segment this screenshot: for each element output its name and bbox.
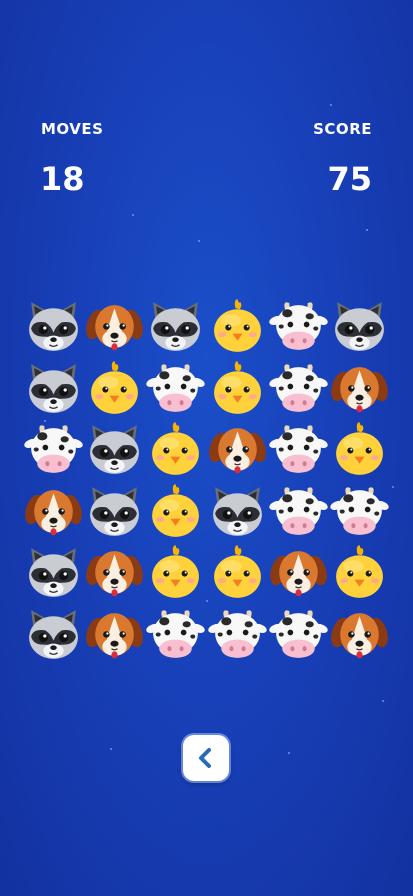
cow-icon bbox=[146, 610, 206, 658]
dog-icon bbox=[86, 551, 144, 597]
tile-raccoon[interactable] bbox=[23, 358, 84, 419]
cow-icon bbox=[269, 425, 328, 474]
dog-icon bbox=[25, 489, 82, 536]
tile-cow[interactable] bbox=[268, 358, 329, 419]
chick-icon bbox=[152, 483, 200, 537]
tile-dog[interactable] bbox=[23, 481, 84, 542]
cow-icon bbox=[146, 364, 206, 412]
tile-chick[interactable] bbox=[145, 481, 206, 542]
tile-chick[interactable] bbox=[329, 542, 390, 603]
tile-dog[interactable] bbox=[207, 419, 268, 480]
tile-cow[interactable] bbox=[207, 604, 268, 665]
tile-cow[interactable] bbox=[268, 419, 329, 480]
tile-raccoon[interactable] bbox=[145, 296, 206, 357]
chick-icon bbox=[213, 360, 261, 414]
back-button[interactable] bbox=[183, 735, 229, 781]
tile-dog[interactable] bbox=[329, 358, 390, 419]
tile-raccoon[interactable] bbox=[84, 481, 145, 542]
dog-icon bbox=[86, 613, 144, 659]
raccoon-icon bbox=[90, 425, 140, 475]
tile-dog[interactable] bbox=[84, 604, 145, 665]
chevron-left-icon bbox=[199, 748, 211, 768]
dog-icon bbox=[269, 551, 327, 597]
raccoon-icon bbox=[151, 302, 201, 351]
tile-chick[interactable] bbox=[207, 542, 268, 603]
tile-chick[interactable] bbox=[145, 419, 206, 480]
dog-icon bbox=[331, 366, 388, 412]
cow-icon bbox=[269, 302, 328, 350]
tile-cow[interactable] bbox=[268, 481, 329, 542]
tile-cow[interactable] bbox=[329, 481, 390, 542]
raccoon-icon bbox=[29, 548, 78, 598]
chick-icon bbox=[336, 422, 383, 476]
chick-icon bbox=[213, 299, 261, 352]
tile-cow[interactable] bbox=[145, 604, 206, 665]
cow-icon bbox=[330, 487, 389, 535]
tile-cow[interactable] bbox=[268, 296, 329, 357]
tile-chick[interactable] bbox=[84, 358, 145, 419]
moves-counter: 18 bbox=[40, 160, 85, 198]
tile-chick[interactable] bbox=[207, 358, 268, 419]
score-label: SCORE bbox=[313, 120, 372, 138]
chick-icon bbox=[152, 422, 200, 476]
cow-icon bbox=[24, 425, 83, 474]
score-counter: 75 bbox=[327, 160, 372, 198]
chick-icon bbox=[213, 545, 261, 599]
chick-icon bbox=[91, 360, 139, 414]
tile-raccoon[interactable] bbox=[23, 604, 84, 665]
cow-icon bbox=[269, 364, 328, 412]
cow-icon bbox=[207, 610, 267, 658]
tile-dog[interactable] bbox=[84, 296, 145, 357]
dog-icon bbox=[331, 613, 388, 659]
raccoon-icon bbox=[29, 610, 78, 659]
raccoon-icon bbox=[335, 302, 384, 351]
cow-icon bbox=[269, 487, 328, 535]
tile-chick[interactable] bbox=[207, 296, 268, 357]
tile-raccoon[interactable] bbox=[329, 296, 390, 357]
raccoon-icon bbox=[212, 486, 262, 536]
tile-cow[interactable] bbox=[268, 604, 329, 665]
tile-dog[interactable] bbox=[84, 542, 145, 603]
chick-icon bbox=[336, 545, 383, 599]
raccoon-icon bbox=[29, 363, 78, 413]
raccoon-icon bbox=[29, 302, 78, 351]
chick-icon bbox=[152, 545, 200, 599]
game-board bbox=[23, 296, 390, 666]
tile-dog[interactable] bbox=[329, 604, 390, 665]
cow-icon bbox=[269, 610, 328, 658]
tile-cow[interactable] bbox=[145, 358, 206, 419]
dog-icon bbox=[208, 428, 266, 474]
dog-icon bbox=[86, 305, 144, 351]
tile-chick[interactable] bbox=[145, 542, 206, 603]
tile-raccoon[interactable] bbox=[207, 481, 268, 542]
moves-label: MOVES bbox=[41, 120, 104, 138]
tile-raccoon[interactable] bbox=[23, 542, 84, 603]
tile-dog[interactable] bbox=[268, 542, 329, 603]
tile-raccoon[interactable] bbox=[84, 419, 145, 480]
tile-raccoon[interactable] bbox=[23, 296, 84, 357]
tile-chick[interactable] bbox=[329, 419, 390, 480]
raccoon-icon bbox=[90, 486, 140, 536]
tile-cow[interactable] bbox=[23, 419, 84, 480]
